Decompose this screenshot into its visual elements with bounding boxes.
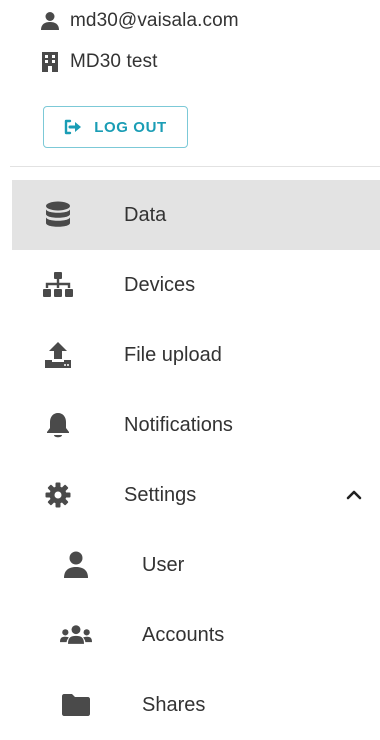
nav-subitem-accounts[interactable]: Accounts bbox=[12, 600, 380, 670]
folder-icon bbox=[60, 689, 92, 721]
database-icon bbox=[42, 199, 74, 231]
organization-row: MD30 test bbox=[38, 43, 158, 81]
user-email: md30@vaisala.com bbox=[70, 10, 239, 31]
nav-subitem-shares[interactable]: Shares bbox=[12, 670, 380, 740]
user-email-row: md30@vaisala.com bbox=[38, 2, 239, 40]
logout-label: LOG OUT bbox=[94, 118, 167, 136]
nav-item-notifications[interactable]: Notifications bbox=[12, 390, 380, 460]
upload-icon bbox=[42, 339, 74, 371]
gear-icon bbox=[42, 479, 74, 511]
nav-label-notifications: Notifications bbox=[124, 413, 233, 436]
users-icon bbox=[60, 619, 92, 651]
bell-icon bbox=[42, 409, 74, 441]
nav-item-file-upload[interactable]: File upload bbox=[12, 320, 380, 390]
organization-name: MD30 test bbox=[70, 51, 158, 72]
sitemap-icon bbox=[42, 269, 74, 301]
sign-out-icon bbox=[64, 118, 82, 136]
nav-label-devices: Devices bbox=[124, 273, 196, 296]
user-icon bbox=[38, 9, 62, 33]
nav-item-data[interactable]: Data bbox=[12, 180, 380, 250]
nav-label-accounts: Accounts bbox=[142, 623, 225, 646]
chevron-up-icon[interactable] bbox=[344, 485, 364, 505]
nav-subitem-user[interactable]: User bbox=[12, 530, 380, 600]
nav-label-shares: Shares bbox=[142, 693, 206, 716]
divider bbox=[10, 166, 380, 167]
nav-label-settings: Settings bbox=[124, 483, 197, 506]
logout-button[interactable]: LOG OUT bbox=[43, 106, 188, 148]
nav-label-user: User bbox=[142, 553, 185, 576]
user-icon bbox=[60, 549, 92, 581]
nav-item-settings[interactable]: Settings bbox=[12, 460, 380, 530]
nav-menu: Data Devices File upload Notifications S… bbox=[12, 180, 380, 740]
nav-label-file-upload: File upload bbox=[124, 343, 222, 366]
building-icon bbox=[38, 50, 62, 74]
nav-label-data: Data bbox=[124, 203, 167, 226]
nav-item-devices[interactable]: Devices bbox=[12, 250, 380, 320]
